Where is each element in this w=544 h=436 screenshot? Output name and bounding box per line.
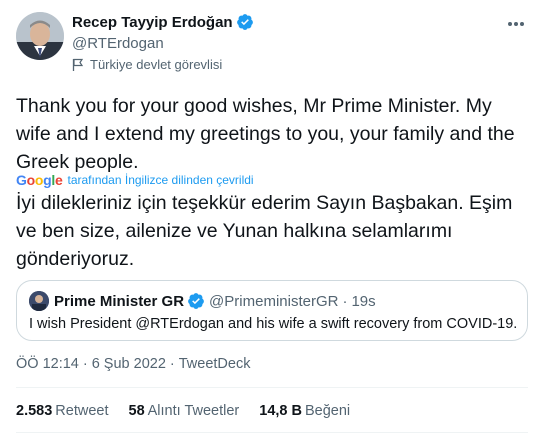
quoted-author-name: Prime Minister GR	[54, 292, 185, 310]
likes-count: 14,8 B	[259, 403, 302, 419]
quoted-tweet-age: 19s	[351, 292, 376, 310]
flag-icon	[72, 58, 84, 72]
more-options-icon[interactable]	[504, 14, 528, 34]
translation-label[interactable]: tarafından İngilizce dilinden çevrildi	[67, 173, 253, 187]
tweet-meta: ÖÖ 12:14 · 6 Şub 2022 · TweetDeck	[16, 356, 250, 372]
translation-attribution: Google tarafından İngilizce dilinden çev…	[16, 172, 254, 188]
author-handle[interactable]: @RTErdogan	[72, 35, 164, 52]
divider	[16, 387, 528, 388]
quotes-stat[interactable]: 58 Alıntı Tweetler	[129, 403, 240, 419]
quoted-tweet-text: I wish President @RTErdogan and his wife…	[29, 316, 518, 332]
meta-separator: ·	[169, 356, 175, 372]
retweets-stat[interactable]: 2.583 Retweet	[16, 403, 109, 419]
quoted-separator: ·	[342, 292, 348, 310]
quoted-author-handle: @PrimeministerGR	[209, 292, 339, 310]
google-logo: Google	[16, 172, 63, 188]
translated-text: İyi dilekleriniz için teşekkür ederim Sa…	[16, 192, 513, 270]
quotes-label: Alıntı Tweetler	[147, 403, 240, 419]
affiliation-text: Türkiye devlet görevlisi	[90, 57, 223, 72]
tweet-stats: 2.583 Retweet 58 Alıntı Tweetler 14,8 B Beğ…	[16, 403, 370, 419]
retweets-label: Retweet	[55, 403, 109, 419]
quoted-author-avatar	[29, 291, 49, 311]
quotes-count: 58	[128, 403, 145, 419]
author-avatar[interactable]	[16, 12, 64, 60]
meta-separator: ·	[82, 356, 88, 372]
verified-badge-icon	[236, 13, 254, 31]
verified-badge-icon	[187, 292, 205, 310]
retweets-count: 2.583	[16, 403, 53, 419]
author-display-name[interactable]: Recep Tayyip Erdoğan	[72, 14, 233, 31]
quoted-tweet-header: Prime Minister GR @PrimeministerGR · 19s	[29, 291, 376, 311]
tweet-date[interactable]: 6 Şub 2022	[92, 356, 166, 372]
divider	[16, 432, 528, 433]
affiliation-label: Türkiye devlet görevlisi	[72, 57, 222, 72]
tweet-source[interactable]: TweetDeck	[179, 356, 251, 372]
likes-stat[interactable]: 14,8 B Beğeni	[259, 403, 350, 419]
quoted-tweet[interactable]: Prime Minister GR @PrimeministerGR · 19s…	[16, 280, 528, 341]
author-name-row: Recep Tayyip Erdoğan	[72, 13, 254, 31]
likes-label: Beğeni	[304, 403, 351, 419]
tweet-time[interactable]: ÖÖ 12:14	[16, 356, 79, 372]
tweet-text: Thank you for your good wishes, Mr Prime…	[16, 95, 515, 173]
tweet-card: Recep Tayyip Erdoğan @RTErdogan Türkiye …	[0, 0, 544, 436]
